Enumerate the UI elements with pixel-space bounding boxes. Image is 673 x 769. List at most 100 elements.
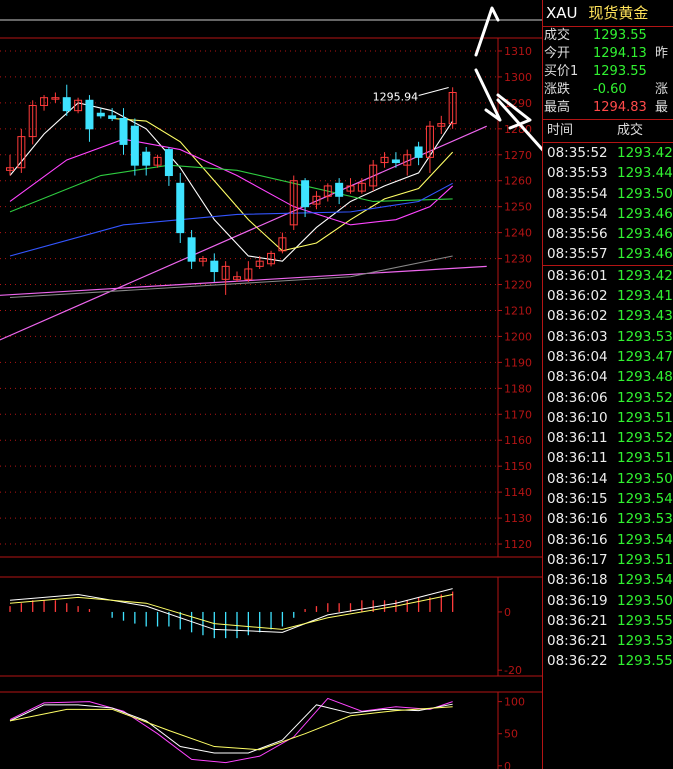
ticks-header: 时间 成交	[543, 119, 673, 143]
quote-extra-label: 最	[655, 100, 669, 115]
candle-body	[176, 182, 185, 234]
tick-time: 08:35:54	[547, 205, 608, 222]
quote-value: -0.60	[593, 82, 627, 97]
y-tick-label: 1250	[504, 201, 532, 214]
tick-price: 1293.53	[617, 328, 673, 345]
tick-row: 08:36:16 1293.53	[543, 509, 673, 529]
candle-body	[301, 180, 310, 208]
tick-row: 08:36:21 1293.53	[543, 631, 673, 651]
ma-line-ma10	[112, 117, 454, 252]
tick-price: 1293.51	[617, 551, 673, 568]
tick-price: 1293.42	[617, 145, 673, 161]
y-tick-label: 1230	[504, 253, 532, 266]
candle-body	[85, 99, 94, 130]
quote-row: 买价1 1293.55	[543, 63, 673, 81]
y-tick-label: 1160	[504, 434, 532, 447]
tick-time: 08:36:03	[547, 328, 608, 345]
tick-price: 1293.51	[617, 450, 673, 467]
tick-time: 08:36:14	[547, 470, 608, 487]
quote-value: 1293.55	[593, 64, 647, 79]
tick-price: 1293.53	[617, 511, 673, 528]
y-tick-label: 1210	[504, 304, 532, 317]
tick-price: 1293.44	[617, 165, 673, 182]
tick-time: 08:36:18	[547, 572, 608, 589]
y-tick-label: 1240	[504, 227, 532, 240]
tick-row: 08:36:04 1293.48	[543, 367, 673, 387]
tick-row: 08:36:10 1293.51	[543, 408, 673, 428]
ma-line-ma60	[9, 182, 453, 257]
tick-row: 08:36:01 1293.42	[543, 264, 673, 286]
tick-time: 08:36:19	[547, 592, 608, 609]
tick-price: 1293.48	[617, 369, 673, 386]
tick-time: 08:35:56	[547, 226, 608, 243]
tick-row: 08:36:21 1293.55	[543, 611, 673, 631]
symbol-label: XAU	[546, 4, 578, 22]
tick-price: 1293.50	[617, 592, 673, 609]
y-tick-label: 1200	[504, 330, 532, 343]
candle-body	[210, 260, 219, 273]
tick-time: 08:36:02	[547, 308, 608, 325]
tick-row: 08:36:17 1293.51	[543, 550, 673, 570]
tick-price: 1293.47	[617, 348, 673, 365]
y-tick-label: 1260	[504, 175, 532, 188]
candle-body	[414, 146, 423, 158]
chart-area: 1310 1300 1290 1280 1270 1260 1250 1240 1230 1220…	[0, 0, 542, 769]
tick-price: 1293.46	[617, 205, 673, 222]
y-tick-label: 1310	[504, 45, 532, 58]
tick-row: 08:36:19 1293.50	[543, 591, 673, 611]
y-tick-label: 1300	[504, 71, 532, 84]
tick-time: 08:35:54	[547, 185, 608, 202]
y-tick-label: 1190	[504, 356, 532, 369]
tick-price: 1293.51	[617, 409, 673, 426]
tick-row: 08:36:15 1293.54	[543, 489, 673, 509]
tick-price: 1293.46	[617, 226, 673, 243]
macd-dif-line	[9, 588, 453, 633]
quote-extra-label: 涨	[655, 82, 669, 97]
tick-price: 1293.55	[617, 653, 673, 670]
candle-body	[96, 112, 105, 117]
ticks-header-price: 成交	[617, 123, 644, 138]
tick-price: 1293.55	[617, 612, 673, 629]
tick-row: 08:35:54 1293.50	[543, 184, 673, 204]
quote-value: 1294.13	[593, 46, 647, 61]
high-annotation-label: 1295.94	[373, 90, 419, 103]
tick-row: 08:36:16 1293.54	[543, 530, 673, 550]
y-tick-label: 1150	[504, 460, 532, 473]
quote-label: 最高	[544, 100, 571, 115]
candle-body	[391, 159, 400, 164]
candle-body	[130, 125, 139, 166]
y-tick-label: 1140	[504, 486, 532, 499]
tick-time: 08:35:53	[547, 165, 608, 182]
tick-row: 08:36:22 1293.55	[543, 651, 673, 671]
tick-price: 1293.50	[617, 470, 673, 487]
tick-time: 08:36:21	[547, 612, 608, 629]
tick-list[interactable]: 08:35:52 1293.42 08:35:53 1293.44 08:35:54 12…	[543, 143, 673, 672]
tick-time: 08:36:10	[547, 409, 608, 426]
tick-row: 08:35:56 1293.46	[543, 224, 673, 244]
quote-row: 今开 1294.13 昨	[543, 45, 673, 63]
quote-value: 1294.83	[593, 100, 647, 115]
tick-price: 1293.53	[617, 633, 673, 650]
tick-price: 1293.50	[617, 185, 673, 202]
candle-body	[119, 117, 128, 145]
tick-time: 08:36:15	[547, 491, 608, 508]
quote-label: 成交	[544, 28, 571, 43]
tick-row: 08:36:03 1293.53	[543, 327, 673, 347]
y-tick-label: 0	[504, 606, 511, 619]
tick-time: 08:36:01	[547, 267, 608, 284]
tick-row: 08:36:18 1293.54	[543, 570, 673, 590]
y-tick-label: 1130	[504, 512, 532, 525]
quote-value: 1293.55	[593, 28, 647, 43]
quote-label: 涨跌	[544, 82, 571, 97]
tick-time: 08:36:21	[547, 633, 608, 650]
y-tick-label: -20	[504, 664, 522, 677]
quote-rows: 成交 1293.55 今开 1294.13 昨买价1 1293.55 涨跌 -0.60 涨最高 1…	[543, 27, 673, 117]
kdj-d-line	[9, 706, 453, 751]
tick-row: 08:35:53 1293.44	[543, 163, 673, 183]
tick-price: 1293.54	[617, 572, 673, 589]
y-tick-label: 1120	[504, 538, 532, 551]
y-tick-label: 0	[504, 760, 511, 769]
quote-panel: XAU 现货黄金 成交 1293.55 今开 1294.13 昨买价1 1293.55 涨跌…	[542, 0, 673, 769]
candle-body	[187, 237, 196, 262]
tick-time: 08:36:02	[547, 288, 608, 305]
